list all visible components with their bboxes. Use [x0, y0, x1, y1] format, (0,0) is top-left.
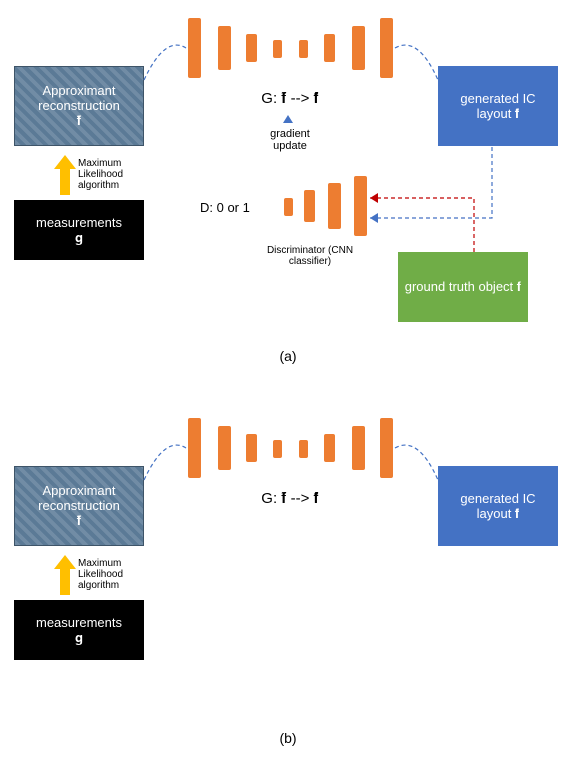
nn-bar [188, 418, 201, 478]
ml-arrow-icon [54, 555, 76, 595]
nn-bar [246, 434, 257, 462]
approx-reconstruction-box: Approximant reconstruction 𝐟̃ [14, 466, 144, 546]
measurements-box: measurements 𝐠 [14, 200, 144, 260]
panel-a: Approximant reconstruction 𝐟̃ Maximum Li… [0, 0, 576, 370]
panel-caption-a: (a) [0, 348, 576, 364]
nn-bar [188, 18, 201, 78]
measurements-box: measurements 𝐠 [14, 600, 144, 660]
ground-truth-box: ground truth object 𝐟 [398, 252, 528, 322]
approx-reconstruction-box: Approximant reconstruction 𝐟̃ [14, 66, 144, 146]
nn-bar [273, 440, 282, 458]
ml-label: Maximum Likelihood algorithm [78, 558, 156, 591]
discriminator-output-label: D: 0 or 1 [200, 200, 280, 215]
panel-b: Approximant reconstruction 𝐟̃ Maximum Li… [0, 400, 576, 760]
ml-label: Maximum Likelihood algorithm [78, 158, 156, 191]
nn-bar [299, 440, 308, 458]
discriminator-caption: Discriminator (CNN classifier) [245, 245, 375, 267]
nn-bar [218, 426, 231, 470]
ml-arrow-icon [54, 155, 76, 195]
nn-bar [352, 426, 365, 470]
nn-bar [352, 26, 365, 70]
nn-bar [380, 18, 393, 78]
nn-bar [299, 40, 308, 58]
nn-bar [273, 40, 282, 58]
gradient-update-label: gradient update [255, 128, 325, 152]
nn-bar [328, 183, 341, 229]
nn-bar [324, 434, 335, 462]
nn-bar [246, 34, 257, 62]
generated-ic-box: generated IC layout 𝐟̂ [438, 66, 558, 146]
nn-bar [380, 418, 393, 478]
nn-bar [218, 26, 231, 70]
triangle-up-icon [283, 115, 293, 123]
generated-ic-box: generated IC layout 𝐟̂ [438, 466, 558, 546]
generator-label: G: 𝐟̃ --> 𝐟̂ [225, 490, 355, 507]
nn-bar [284, 198, 293, 216]
nn-bar [324, 34, 335, 62]
generator-label: G: 𝐟̃ --> 𝐟̂ [225, 90, 355, 107]
nn-bar [304, 190, 315, 222]
nn-bar [354, 176, 367, 236]
panel-caption-b: (b) [0, 730, 576, 746]
